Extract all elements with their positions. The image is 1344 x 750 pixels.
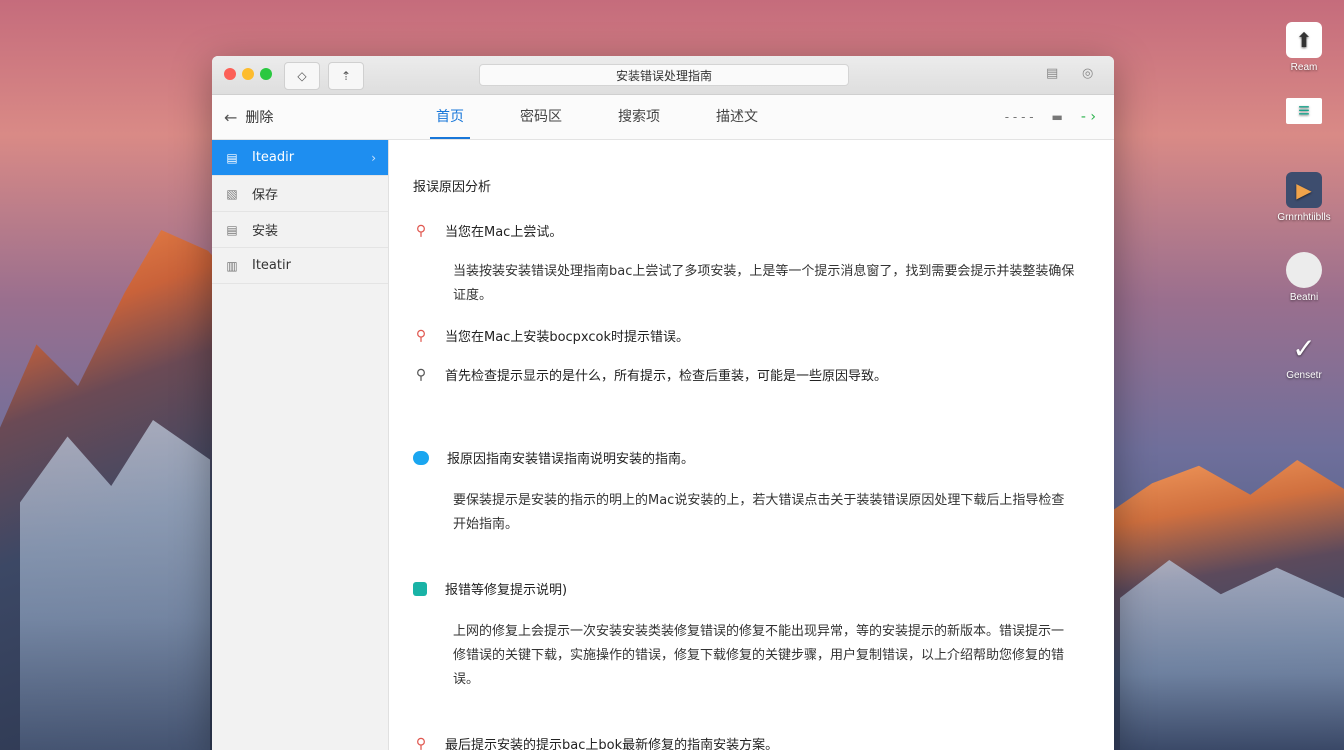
- sidebar-item-iteatir[interactable]: ▥ Iteatir: [212, 248, 388, 284]
- install-icon: ▤: [226, 222, 238, 237]
- page-title: 报误原因分析: [413, 180, 492, 195]
- minimize-button[interactable]: [242, 68, 254, 80]
- sidebar-item-label: 保存: [252, 188, 279, 203]
- question-text: 最后提示安装的提示bac上bok最新修复的指南安装方案。: [445, 738, 779, 750]
- question-text: 首先检查提示显示的是什么，所有提示，检查后重装，可能是一些原因导致。: [445, 369, 888, 384]
- desktop-icon-label: Beatni: [1289, 292, 1319, 303]
- app-window: ◇ ⇡ 安装错误处理指南 ▤ ◎ ← 删除 首页 密码区 搜索项 描述文 - -…: [212, 56, 1114, 750]
- desktop-icon-gensetr[interactable]: ✓ Gensetr: [1264, 330, 1344, 382]
- section-paragraph: 要保装提示是安装的指示的明上的Mac说安装的上，若大错误点击关于装装错误原因处理…: [453, 493, 1065, 532]
- chat-bubble-icon: [413, 450, 429, 465]
- section-header: 报原因指南安装错误指南说明安装的指南。: [413, 448, 1076, 467]
- sidebar-item-iteadir[interactable]: ▤ Iteadir ›: [212, 140, 388, 176]
- play-icon: ▶: [1286, 172, 1322, 208]
- search-icon: ⚲: [415, 327, 427, 344]
- title-bar: ◇ ⇡ 安装错误处理指南 ▤ ◎: [212, 56, 1114, 95]
- desktop-icon-label: Grnrnhtiiblls: [1277, 212, 1331, 223]
- toolbar: ← 删除 首页 密码区 搜索项 描述文 - - - - ▬ - ›: [212, 95, 1114, 140]
- tab-password[interactable]: 密码区: [492, 95, 590, 139]
- card-icon: ≡: [1286, 98, 1322, 124]
- desktop-icon-ream[interactable]: ⬆ Ream: [1264, 22, 1344, 73]
- search-icon: ⚲: [415, 222, 427, 239]
- question-item[interactable]: ⚲ 最后提示安装的提示bac上bok最新修复的指南安装方案。: [413, 734, 1076, 750]
- sidebar: ▤ Iteadir › ▧ 保存 ▤ 安装 ▥ Iteatir: [212, 140, 389, 750]
- question-item[interactable]: ⚲ 当您在Mac上安装bocpxcok时提示错误。: [413, 326, 1076, 346]
- section-header: 报错等修复提示说明): [413, 579, 1076, 598]
- section-paragraph: 上网的修复上会提示一次安装安装类装修复错误的修复不能出现异常，等的安装提示的新版…: [453, 624, 1065, 687]
- settings-icon[interactable]: ◎: [1082, 66, 1093, 81]
- desktop-icon-label: Ream: [1290, 62, 1318, 73]
- desktop-icon-player[interactable]: ▶ Grnrnhtiiblls: [1264, 172, 1344, 223]
- folder-icon: ▥: [226, 258, 238, 273]
- tab-home[interactable]: 首页: [408, 95, 492, 139]
- tab-bar: 首页 密码区 搜索项 描述文: [408, 95, 786, 139]
- sidebar-item-save[interactable]: ▧ 保存: [212, 176, 388, 212]
- section-title: 报错等修复提示说明): [445, 583, 568, 598]
- desktop-icon-card[interactable]: ≡: [1264, 98, 1344, 128]
- toolbar-right: - - - - ▬ - ›: [1005, 109, 1096, 125]
- sidebar-item-label: Iteatir: [252, 258, 291, 273]
- share-icon: ⇡: [340, 69, 352, 83]
- tab-description[interactable]: 描述文: [688, 95, 786, 139]
- forward-arrow-icon[interactable]: - ›: [1081, 109, 1096, 125]
- arrow-left-icon: ←: [224, 107, 238, 127]
- back-button[interactable]: ← 删除: [224, 107, 273, 127]
- save-icon: ▧: [226, 186, 238, 201]
- toggle-icon[interactable]: ▬: [1052, 110, 1063, 124]
- window-controls: [224, 68, 272, 80]
- question-text: 当您在Mac上尝试。: [445, 225, 563, 240]
- desktop-icon-beatni[interactable]: Beatni: [1264, 252, 1344, 303]
- list-icon: ▤: [226, 150, 238, 165]
- main-content: 报误原因分析 ⚲ 当您在Mac上尝试。 当装按装安装错误处理指南bac上尝试了多…: [389, 140, 1114, 750]
- answer-paragraph: 当装按装安装错误处理指南bac上尝试了多项安装，上是等一个提示消息窗了，找到需要…: [453, 264, 1075, 303]
- disc-icon: [1286, 252, 1322, 288]
- lock-icon[interactable]: ▤: [1046, 66, 1058, 81]
- upload-icon: ⬆: [1286, 22, 1322, 58]
- robot-icon: [413, 581, 427, 596]
- chevron-right-icon: ›: [371, 150, 376, 165]
- sidebar-item-label: 安装: [252, 224, 279, 239]
- sidebar-item-install[interactable]: ▤ 安装: [212, 212, 388, 248]
- desktop-icon-label: Gensetr: [1286, 370, 1322, 381]
- sidebar-item-label: Iteadir: [252, 150, 295, 165]
- close-button[interactable]: [224, 68, 236, 80]
- back-label: 删除: [245, 110, 274, 126]
- check-icon: ✓: [1292, 332, 1316, 364]
- pager-dots: - - - -: [1004, 110, 1034, 124]
- share-button[interactable]: ⇡: [328, 62, 364, 90]
- question-item[interactable]: ⚲ 首先检查提示显示的是什么，所有提示，检查后重装，可能是一些原因导致。: [413, 365, 1076, 385]
- question-text: 当您在Mac上安装bocpxcok时提示错误。: [445, 330, 690, 345]
- section-title: 报原因指南安装错误指南说明安装的指南。: [447, 452, 695, 467]
- search-icon: ⚲: [415, 735, 427, 750]
- address-bar[interactable]: 安装错误处理指南: [479, 64, 849, 86]
- tab-search[interactable]: 搜索项: [590, 95, 688, 139]
- question-item[interactable]: ⚲ 当您在Mac上尝试。: [413, 221, 1076, 241]
- search-icon: ⚲: [415, 366, 427, 383]
- zoom-button[interactable]: [260, 68, 272, 80]
- home-icon: ◇: [297, 69, 307, 83]
- home-button[interactable]: ◇: [284, 62, 320, 90]
